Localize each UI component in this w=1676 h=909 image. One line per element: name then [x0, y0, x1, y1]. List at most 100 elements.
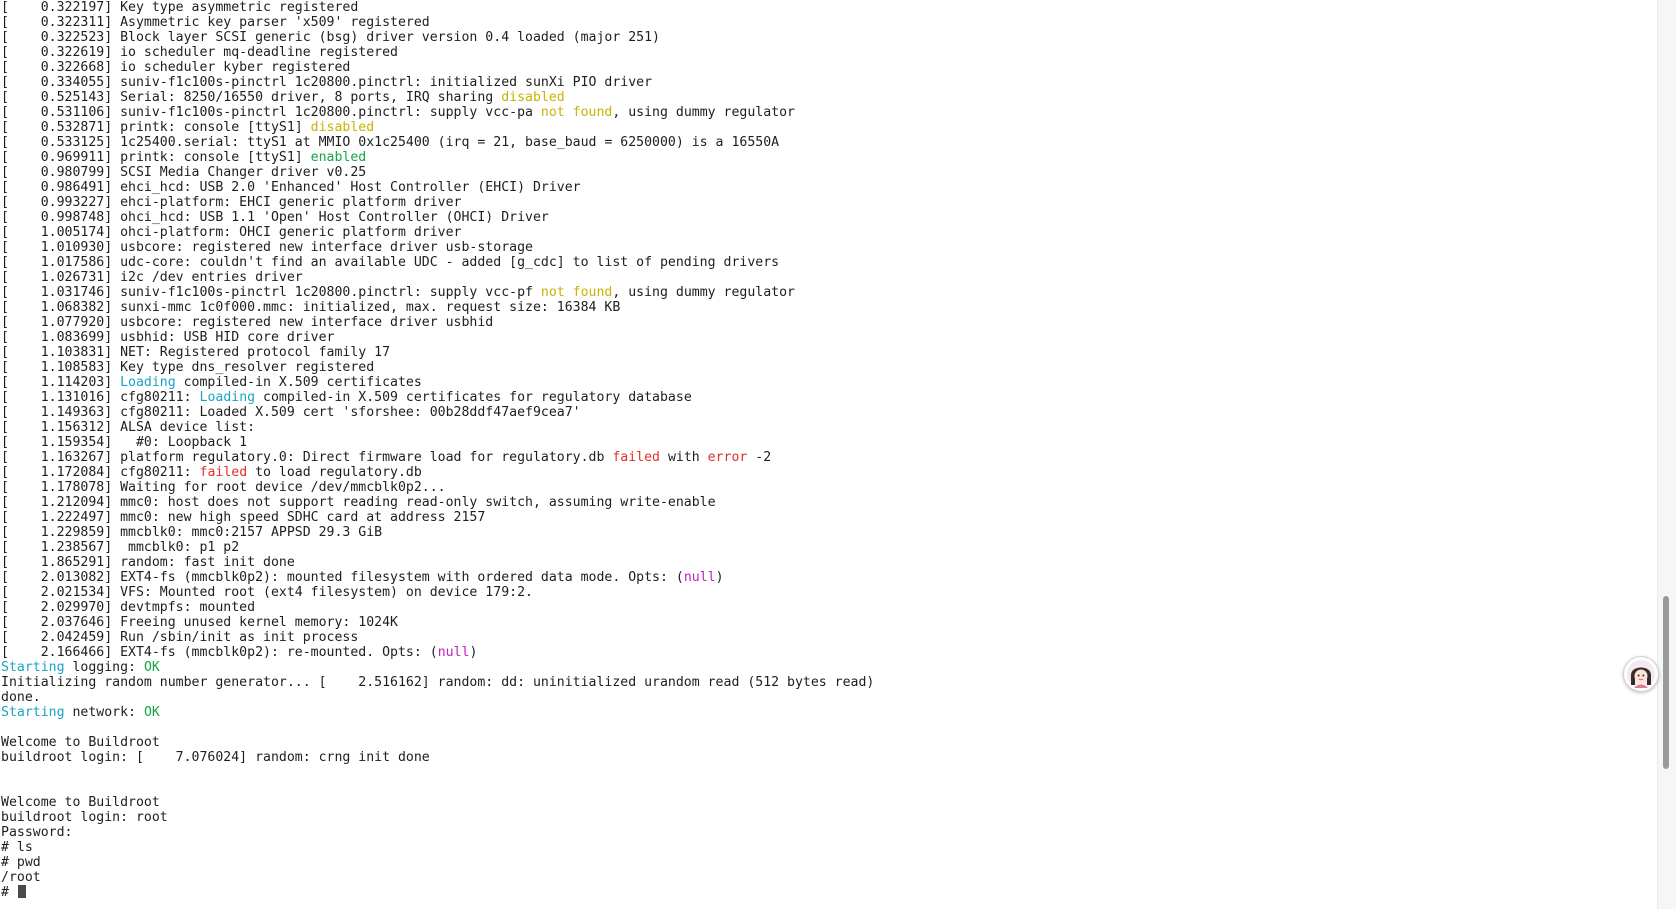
terminal-line: [ 1.083699] usbhid: USB HID core driver — [0, 330, 1658, 345]
terminal-text: /root — [1, 870, 41, 885]
terminal-line: [ 0.322523] Block layer SCSI generic (bs… — [0, 30, 1658, 45]
terminal-line: [ 1.026731] i2c /dev entries driver — [0, 270, 1658, 285]
terminal-text: buildroot login: root — [1, 810, 168, 825]
terminal-text: [ 1.222497] mmc0: new high speed SDHC ca… — [1, 510, 486, 525]
terminal-text: disabled — [501, 90, 565, 105]
terminal-scrollbar[interactable] — [1657, 0, 1676, 909]
assistant-avatar-icon[interactable] — [1623, 656, 1659, 692]
terminal-text: [ 0.969911] printk: console [ttyS1] — [1, 150, 311, 165]
terminal-text: to load regulatory.db — [247, 465, 422, 480]
scrollbar-thumb[interactable] — [1663, 596, 1669, 769]
terminal-text: [ 0.531106] suniv-f1c100s-pinctrl 1c2080… — [1, 105, 541, 120]
terminal-text: failed — [612, 450, 660, 465]
terminal-text: , using dummy regulator — [612, 105, 795, 120]
terminal-line: Welcome to Buildroot — [0, 735, 1658, 750]
terminal-text: disabled — [310, 120, 375, 135]
terminal-line: [ 0.969911] printk: console [ttyS1] enab… — [0, 150, 1658, 165]
terminal-line: done. — [0, 690, 1658, 705]
terminal-text: Initializing random number generator... … — [1, 675, 875, 690]
terminal-text: [ 1.083699] usbhid: USB HID core driver — [1, 330, 335, 345]
terminal-text: , using dummy regulator — [612, 285, 795, 300]
terminal-line: # ls — [0, 840, 1658, 855]
terminal-text: -2 — [747, 450, 772, 465]
terminal-line: [ 1.031746] suniv-f1c100s-pinctrl 1c2080… — [0, 285, 1658, 300]
terminal-text: Loading — [120, 375, 176, 390]
terminal-text: buildroot login: [ 7.076024] random: crn… — [1, 750, 430, 765]
terminal-line: [ 2.021534] VFS: Mounted root (ext4 file… — [0, 585, 1658, 600]
terminal-line: [ 1.010930] usbcore: registered new inte… — [0, 240, 1658, 255]
terminal-text: [ 1.131016] cfg80211: — [1, 390, 200, 405]
terminal-text: [ 1.031746] suniv-f1c100s-pinctrl 1c2080… — [1, 285, 541, 300]
terminal-line: [ 0.980799] SCSI Media Changer driver v0… — [0, 165, 1658, 180]
terminal-text: [ 0.322523] Block layer SCSI generic (bs… — [1, 30, 660, 45]
terminal-line: [ 0.334055] suniv-f1c100s-pinctrl 1c2080… — [0, 75, 1658, 90]
terminal-line: [ 0.525143] Serial: 8250/16550 driver, 8… — [0, 90, 1658, 105]
terminal-line: [ 2.042459] Run /sbin/init as init proce… — [0, 630, 1658, 645]
terminal-line: [ 1.005174] ohci-platform: OHCI generic … — [0, 225, 1658, 240]
terminal-line: [ 1.178078] Waiting for root device /dev… — [0, 480, 1658, 495]
terminal-line: buildroot login: [ 7.076024] random: crn… — [0, 750, 1658, 765]
terminal-line: [ 0.322619] io scheduler mq-deadline reg… — [0, 45, 1658, 60]
terminal-line: [ 1.068382] sunxi-mmc 1c0f000.mmc: initi… — [0, 300, 1658, 315]
terminal-text: [ 0.322311] Asymmetric key parser 'x509'… — [1, 15, 430, 30]
terminal-text: [ 0.322197] Key type asymmetric register… — [1, 0, 359, 15]
terminal-line: [ 1.108583] Key type dns_resolver regist… — [0, 360, 1658, 375]
terminal-text: Password: — [1, 825, 73, 840]
terminal-text: enabled — [310, 150, 367, 165]
terminal-text: not found — [540, 285, 613, 300]
terminal-text: [ 1.159354] #0: Loopback 1 — [1, 435, 248, 450]
terminal-line: [ 1.238567] mmcblk0: p1 p2 — [0, 540, 1658, 555]
terminal-text: [ 1.212094] mmc0: host does not support … — [1, 495, 716, 510]
terminal-text: [ 0.525143] Serial: 8250/16550 driver, 8… — [1, 90, 502, 105]
terminal-line: # — [0, 885, 1658, 900]
terminal-text: [ 0.998748] ohci_hcd: USB 1.1 'Open' Hos… — [1, 210, 549, 225]
terminal-text: [ 0.980799] SCSI Media Changer driver v0… — [1, 165, 367, 180]
terminal-line: Initializing random number generator... … — [0, 675, 1658, 690]
terminal-text: Loading — [199, 390, 256, 405]
terminal-line: [ 1.865291] random: fast init done — [0, 555, 1658, 570]
terminal-text: [ 2.166466] EXT4-fs (mmcblk0p2): re-moun… — [1, 645, 438, 660]
terminal-text: error — [707, 450, 748, 465]
terminal-line: [ 1.163267] platform regulatory.0: Direc… — [0, 450, 1658, 465]
terminal-line: [ 1.222497] mmc0: new high speed SDHC ca… — [0, 510, 1658, 525]
terminal-line: Password: — [0, 825, 1658, 840]
terminal-text: # — [1, 885, 17, 900]
terminal-cursor — [17, 885, 26, 898]
terminal-line: [ 1.156312] ALSA device list: — [0, 420, 1658, 435]
terminal-line: [ 0.322668] io scheduler kyber registere… — [0, 60, 1658, 75]
terminal-text: [ 1.005174] ohci-platform: OHCI generic … — [1, 225, 462, 240]
terminal-text: # pwd — [1, 855, 41, 870]
terminal-text: [ 0.322619] io scheduler mq-deadline reg… — [1, 45, 398, 60]
terminal-line: [ 0.532871] printk: console [ttyS1] disa… — [0, 120, 1658, 135]
terminal-line: # pwd — [0, 855, 1658, 870]
terminal-line: [ 1.149363] cfg80211: Loaded X.509 cert … — [0, 405, 1658, 420]
terminal-text: [ 1.238567] mmcblk0: p1 p2 — [1, 540, 240, 555]
terminal-text: failed — [199, 465, 248, 480]
terminal-text: with — [660, 450, 708, 465]
terminal-output[interactable]: [ 0.322197] Key type asymmetric register… — [0, 0, 1658, 909]
terminal-text: [ 1.172084] cfg80211: — [1, 465, 200, 480]
terminal-text: # ls — [1, 840, 33, 855]
terminal-text: [ 0.533125] 1c25400.serial: ttyS1 at MMI… — [1, 135, 780, 150]
terminal-text: [ 1.149363] cfg80211: Loaded X.509 cert … — [1, 405, 581, 420]
terminal-text: [ 0.334055] suniv-f1c100s-pinctrl 1c2080… — [1, 75, 653, 90]
terminal-line: Welcome to Buildroot — [0, 795, 1658, 810]
terminal-text: [ 1.156312] ALSA device list: — [1, 420, 256, 435]
terminal-line: [ 2.029970] devtmpfs: mounted — [0, 600, 1658, 615]
terminal-line: buildroot login: root — [0, 810, 1658, 825]
terminal-line: /root — [0, 870, 1658, 885]
terminal-text: [ 2.021534] VFS: Mounted root (ext4 file… — [1, 585, 533, 600]
terminal-line: [ 0.998748] ohci_hcd: USB 1.1 'Open' Hos… — [0, 210, 1658, 225]
terminal-line: [ 1.017586] udc-core: couldn't find an a… — [0, 255, 1658, 270]
terminal-text: [ 1.017586] udc-core: couldn't find an a… — [1, 255, 780, 270]
terminal-text: [ 0.532871] printk: console [ttyS1] — [1, 120, 311, 135]
terminal-line: [ 0.986491] ehci_hcd: USB 2.0 'Enhanced'… — [0, 180, 1658, 195]
terminal-line: [ 0.322197] Key type asymmetric register… — [0, 0, 1658, 15]
terminal-line: [ 1.159354] #0: Loopback 1 — [0, 435, 1658, 450]
terminal-text: [ 0.993227] ehci-platform: EHCI generic … — [1, 195, 462, 210]
terminal-text: Welcome to Buildroot — [1, 795, 160, 810]
terminal-line: [ 1.131016] cfg80211: Loading compiled-i… — [0, 390, 1658, 405]
terminal-text: OK — [143, 660, 160, 675]
terminal-text: Welcome to Buildroot — [1, 735, 160, 750]
